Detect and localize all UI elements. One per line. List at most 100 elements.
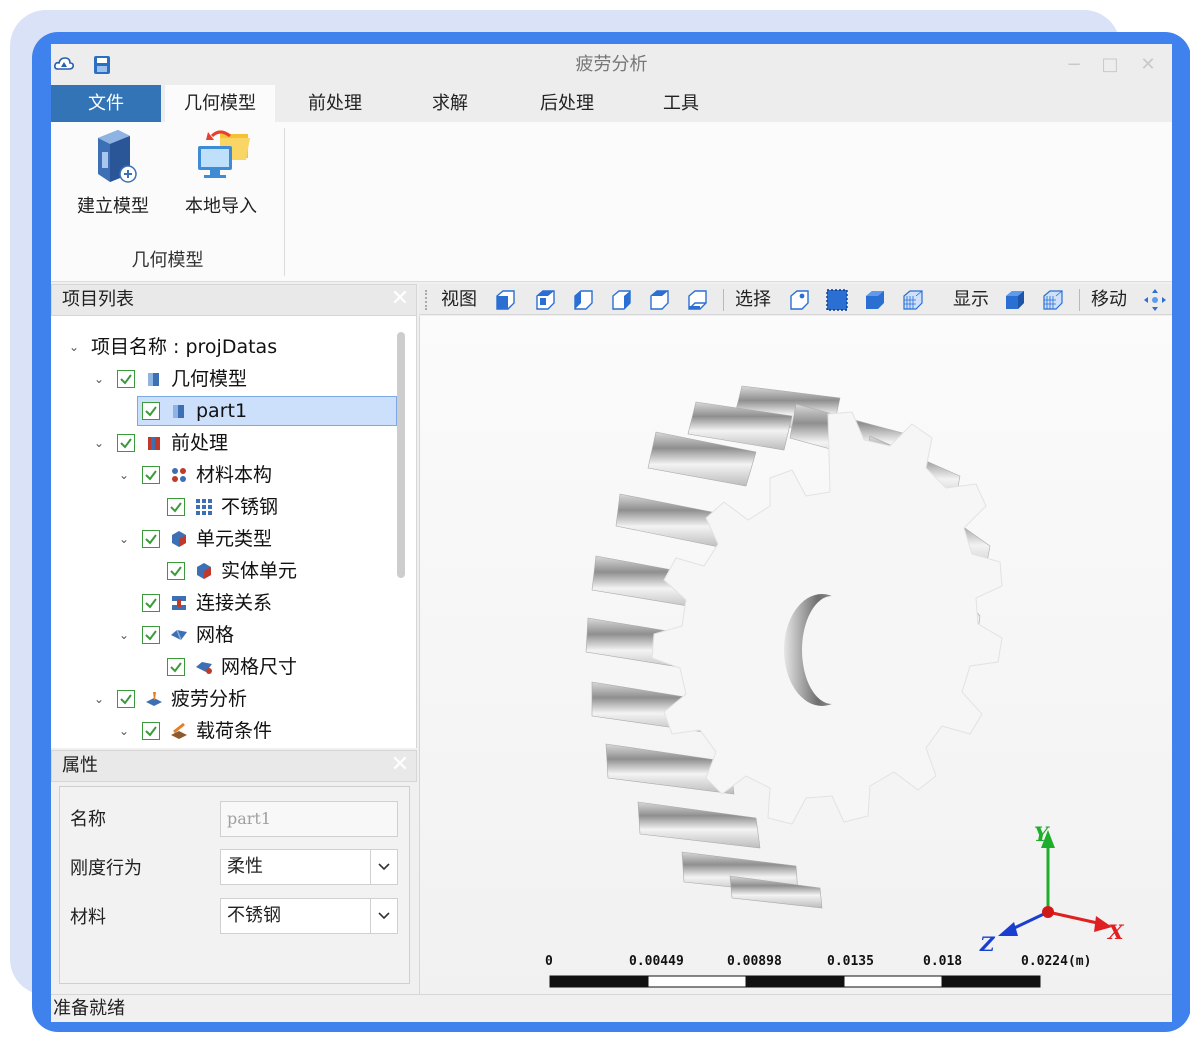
geometry-icon bbox=[148, 373, 159, 386]
chevron-down-icon[interactable]: ⌄ bbox=[69, 332, 83, 362]
material-select[interactable]: 不锈钢 bbox=[220, 898, 398, 934]
tree-node-label: 单元类型 bbox=[196, 528, 273, 550]
display-label: 显示 bbox=[953, 289, 989, 310]
scale-tick-label: 0.00898 bbox=[727, 954, 782, 969]
select-body-icon[interactable] bbox=[863, 288, 887, 312]
scale-tick-label: 0.0224(m) bbox=[1021, 954, 1092, 969]
name-label: 名称 bbox=[70, 809, 106, 830]
tree-node-label: 载荷条件 bbox=[196, 720, 273, 742]
create-model-label: 建立模型 bbox=[77, 196, 149, 217]
chevron-down-icon[interactable]: ⌄ bbox=[119, 524, 133, 554]
create-model-button[interactable]: 建立模型 bbox=[65, 128, 161, 217]
checkbox-connection[interactable] bbox=[142, 594, 160, 612]
name-field[interactable]: part1 bbox=[220, 801, 398, 837]
close-button[interactable]: ✕ bbox=[1137, 54, 1159, 76]
view-bottom-icon[interactable] bbox=[647, 288, 671, 312]
select-face-icon[interactable] bbox=[825, 288, 849, 312]
tree-scrollbar[interactable] bbox=[397, 332, 405, 578]
save-icon[interactable] bbox=[93, 55, 111, 75]
checkbox-geometry[interactable] bbox=[117, 370, 135, 388]
tab-solve[interactable]: 求解 bbox=[407, 85, 493, 122]
stiffness-select[interactable]: 柔性 bbox=[220, 849, 398, 885]
tree-node-mesh[interactable]: ⌄ 网格 bbox=[51, 620, 391, 650]
properties-panel: 名称 part1 刚度行为 柔性 材料 不锈钢 bbox=[59, 786, 410, 984]
checkbox-load[interactable] bbox=[142, 722, 160, 740]
checkbox-stainless-steel[interactable] bbox=[167, 498, 185, 516]
local-import-button[interactable]: 本地导入 bbox=[173, 128, 269, 217]
status-bar: 准备就绪 bbox=[51, 994, 1172, 1022]
toolbar-grip[interactable] bbox=[425, 290, 429, 310]
chevron-down-icon[interactable]: ⌄ bbox=[119, 460, 133, 490]
chevron-down-icon[interactable]: ⌄ bbox=[119, 620, 133, 650]
chevron-down-icon bbox=[378, 863, 390, 871]
mesh-icon bbox=[171, 629, 187, 641]
tree-node-material[interactable]: ⌄ 材料本构 bbox=[51, 460, 391, 490]
tree-node-preprocess[interactable]: ⌄ 前处理 bbox=[51, 428, 391, 458]
stiffness-label: 刚度行为 bbox=[70, 858, 142, 879]
tab-preprocess[interactable]: 前处理 bbox=[287, 85, 383, 122]
grid-material-icon bbox=[196, 499, 212, 515]
app-cloud-icon[interactable] bbox=[53, 54, 75, 74]
maximize-button[interactable]: □ bbox=[1099, 54, 1121, 76]
checkbox-part1[interactable] bbox=[142, 402, 160, 420]
chevron-down-icon[interactable]: ⌄ bbox=[94, 364, 108, 394]
chevron-down-icon[interactable]: ⌄ bbox=[119, 716, 133, 746]
tree-node-solid-element[interactable]: 实体单元 bbox=[51, 556, 391, 586]
tree-node-element-type[interactable]: ⌄ 单元类型 bbox=[51, 524, 391, 554]
properties-panel-close-icon[interactable]: ✕ bbox=[388, 753, 412, 777]
connection-icon bbox=[172, 596, 186, 610]
checkbox-solid-element[interactable] bbox=[167, 562, 185, 580]
checkbox-material[interactable] bbox=[142, 466, 160, 484]
chevron-down-icon[interactable]: ⌄ bbox=[94, 428, 108, 458]
view-front-icon[interactable] bbox=[493, 288, 517, 312]
toolbar-separator bbox=[1079, 289, 1080, 311]
project-panel-close-icon[interactable]: ✕ bbox=[388, 287, 412, 311]
stiffness-dropdown-button[interactable] bbox=[370, 850, 397, 884]
project-panel-header: 项目列表 ✕ bbox=[51, 284, 417, 316]
project-panel-title: 项目列表 bbox=[62, 289, 134, 310]
preprocess-icon bbox=[148, 437, 160, 450]
checkbox-element-type[interactable] bbox=[142, 530, 160, 548]
chevron-down-icon[interactable]: ⌄ bbox=[94, 684, 108, 714]
select-point-icon[interactable] bbox=[787, 288, 811, 312]
checkbox-mesh-size[interactable] bbox=[167, 658, 185, 676]
view-left-icon[interactable] bbox=[571, 288, 595, 312]
select-mesh-icon[interactable] bbox=[901, 288, 925, 312]
move-arrows-icon[interactable] bbox=[1143, 288, 1167, 312]
tree-node-part1[interactable]: part1 bbox=[137, 396, 397, 426]
window-title: 疲劳分析 bbox=[575, 54, 648, 75]
status-text: 准备就绪 bbox=[53, 998, 125, 1019]
tree-node-label: 网格尺寸 bbox=[221, 656, 298, 678]
scale-tick-label: 0.00449 bbox=[629, 954, 684, 969]
tab-tools[interactable]: 工具 bbox=[639, 85, 723, 122]
tree-root[interactable]: ⌄ 项目名称 : projDatas bbox=[51, 332, 391, 362]
local-import-icon bbox=[198, 130, 250, 178]
tab-file[interactable]: 文件 bbox=[51, 85, 161, 122]
checkbox-preprocess[interactable] bbox=[117, 434, 135, 452]
view-right-icon[interactable] bbox=[609, 288, 633, 312]
tree-node-label: 实体单元 bbox=[221, 560, 298, 582]
checkbox-mesh[interactable] bbox=[142, 626, 160, 644]
material-value: 不锈钢 bbox=[227, 905, 281, 926]
tree-node-load[interactable]: ⌄ 载荷条件 bbox=[51, 716, 391, 746]
minimize-button[interactable]: − bbox=[1063, 54, 1085, 76]
material-dropdown-button[interactable] bbox=[370, 899, 397, 933]
scale-tick-label: 0.0135 bbox=[827, 954, 874, 969]
model-viewer[interactable]: Y X Z bbox=[419, 316, 1172, 994]
tree-node-label: part1 bbox=[196, 400, 248, 422]
checkbox-fatigue[interactable] bbox=[117, 690, 135, 708]
tree-node-geometry[interactable]: ⌄ 几何模型 bbox=[51, 364, 391, 394]
tree-node-fatigue[interactable]: ⌄ 疲劳分析 bbox=[51, 684, 391, 714]
display-solid-icon[interactable] bbox=[1003, 288, 1027, 312]
tab-geometry[interactable]: 几何模型 bbox=[165, 85, 275, 122]
tree-node-connection[interactable]: 连接关系 bbox=[51, 588, 391, 618]
display-mesh-icon[interactable] bbox=[1041, 288, 1065, 312]
tab-postprocess[interactable]: 后处理 bbox=[519, 85, 615, 122]
tree-node-label: 连接关系 bbox=[196, 592, 273, 614]
properties-panel-title: 属性 bbox=[62, 755, 98, 776]
view-back-icon[interactable] bbox=[685, 288, 709, 312]
tree-node-mesh-size[interactable]: 网格尺寸 bbox=[51, 652, 391, 682]
tree-node-stainless-steel[interactable]: 不锈钢 bbox=[51, 492, 391, 522]
gear-model[interactable] bbox=[420, 316, 1172, 994]
view-top-icon[interactable] bbox=[533, 288, 557, 312]
